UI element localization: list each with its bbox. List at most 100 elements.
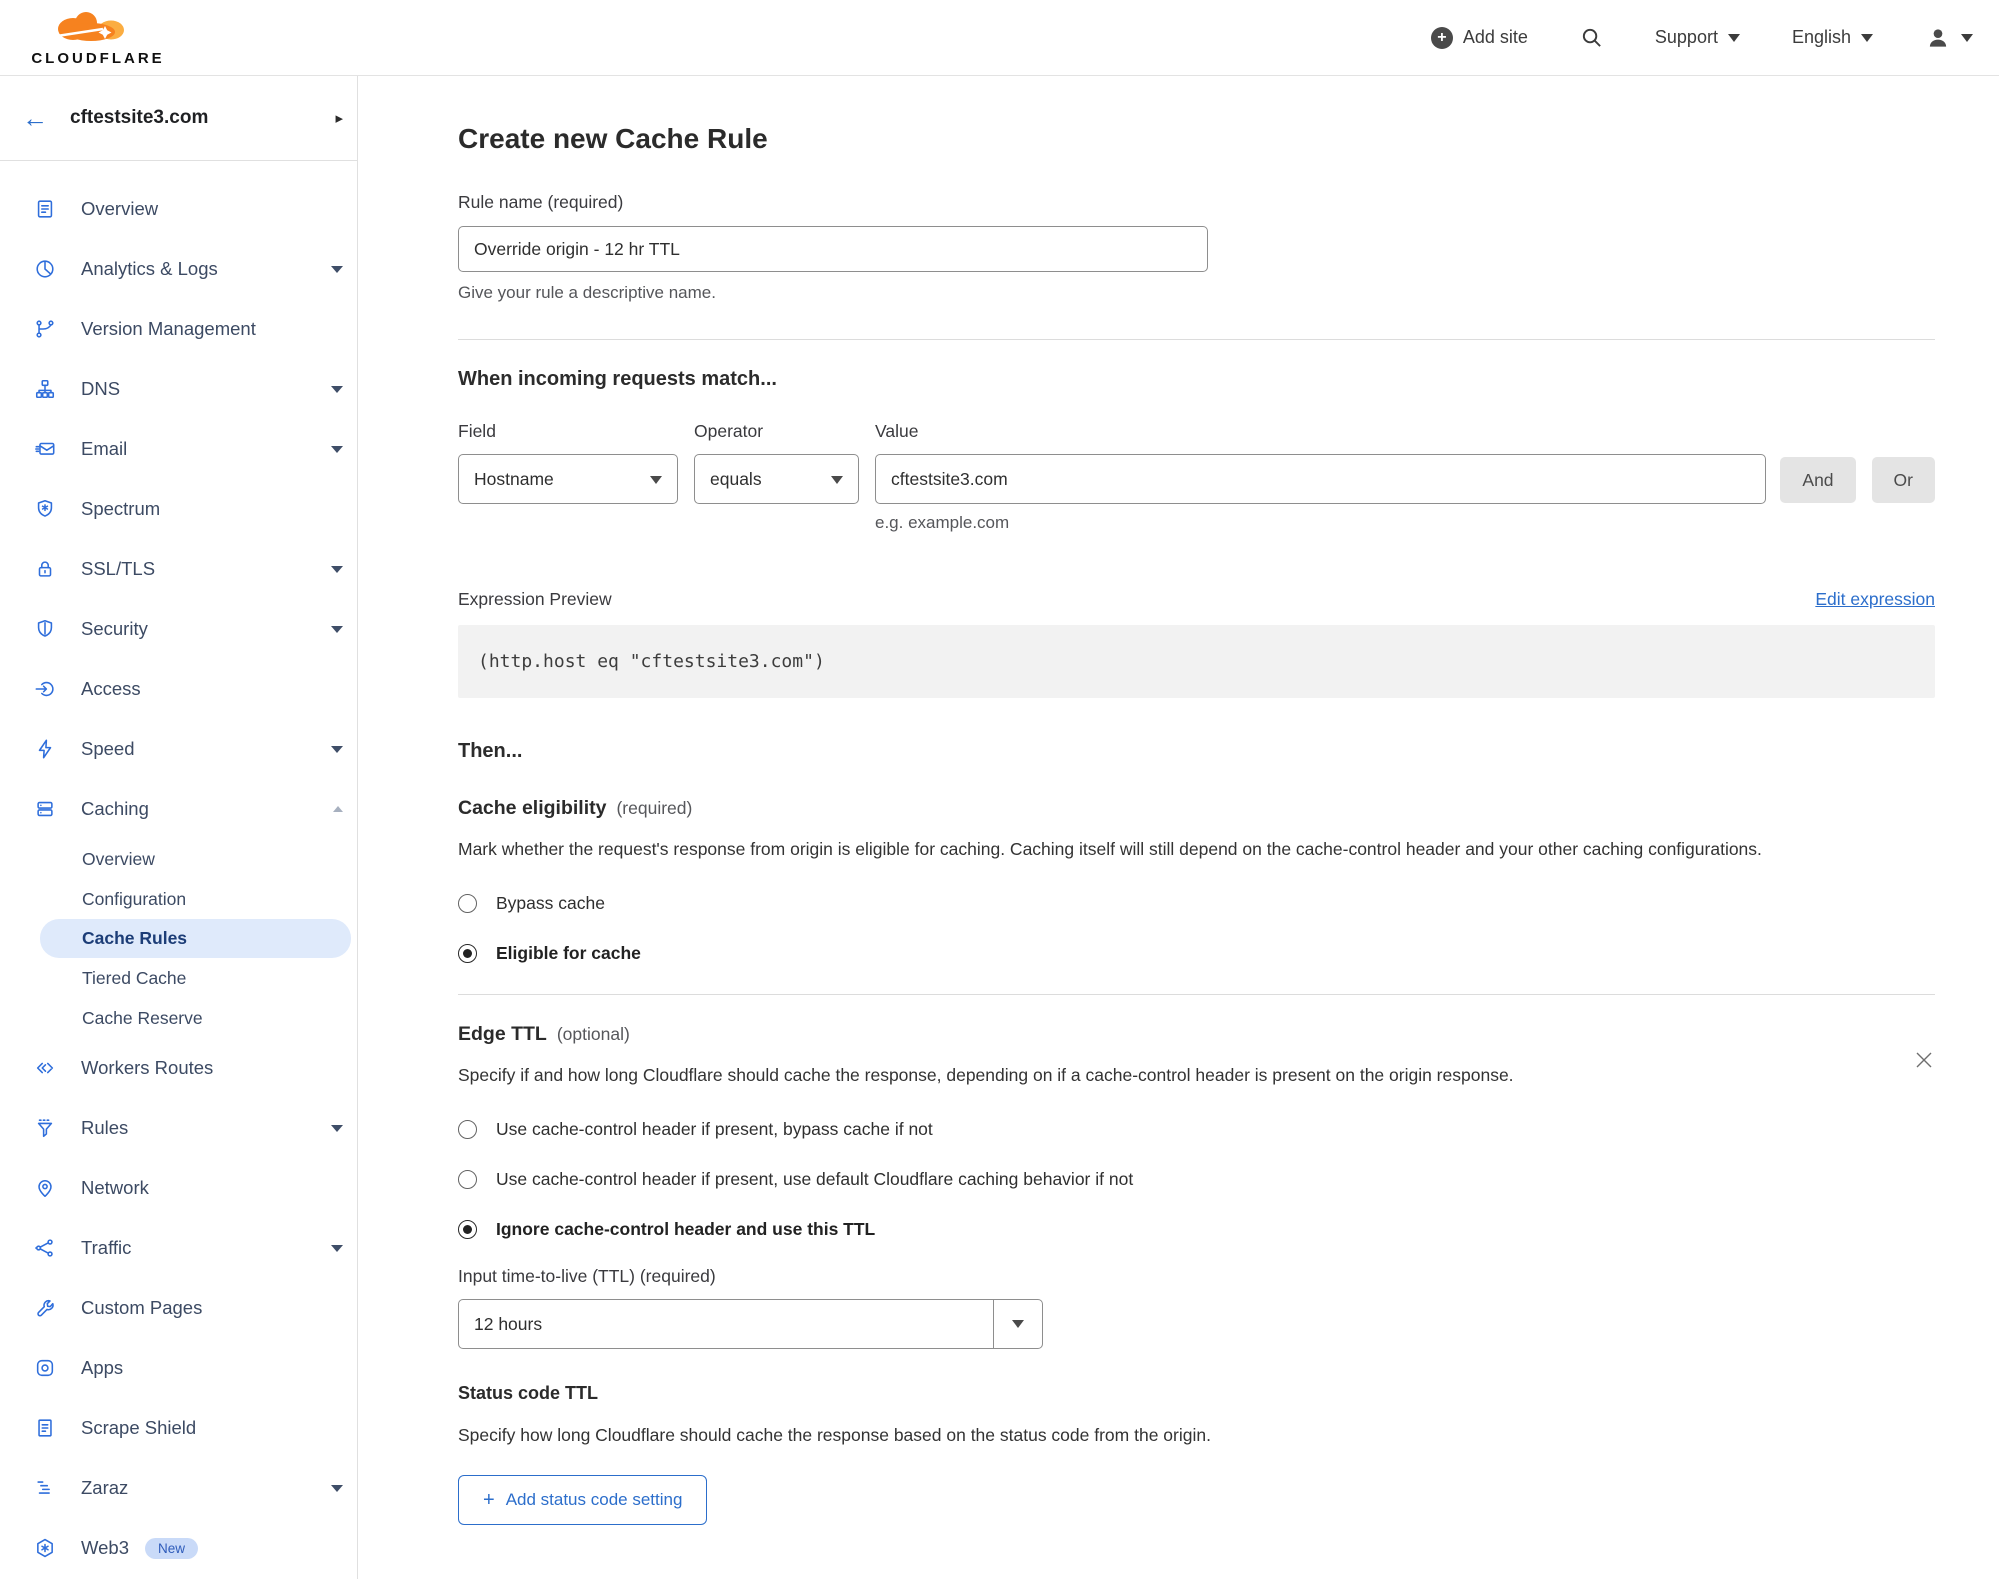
radio-use-header-default[interactable]: Use cache-control header if present, use… bbox=[458, 1169, 1935, 1190]
sidebar: ← cftestsite3.com ▸ Overview Analytics &… bbox=[0, 76, 358, 1579]
sidebar-item-zaraz[interactable]: Zaraz bbox=[0, 1458, 357, 1518]
status-code-ttl-description: Specify how long Cloudflare should cache… bbox=[458, 1425, 1211, 1446]
sidebar-subitem-caching-overview[interactable]: Overview bbox=[0, 839, 357, 879]
chevron-down-icon bbox=[831, 476, 843, 484]
edit-expression-link[interactable]: Edit expression bbox=[1815, 589, 1935, 610]
radio-icon bbox=[458, 1120, 477, 1140]
or-button[interactable]: Or bbox=[1871, 457, 1935, 503]
chevron-down-icon bbox=[331, 445, 343, 453]
main-content: Create new Cache Rule Rule name (require… bbox=[358, 76, 1999, 1579]
web3-icon bbox=[33, 1536, 57, 1560]
chevron-down-icon bbox=[331, 745, 343, 753]
back-arrow-icon[interactable]: ← bbox=[22, 105, 48, 131]
expression-preview-row: Expression Preview Edit expression bbox=[458, 589, 1935, 610]
chevron-down-icon bbox=[331, 1124, 343, 1132]
sidebar-subitem-configuration[interactable]: Configuration bbox=[0, 879, 357, 919]
sidebar-item-analytics-logs[interactable]: Analytics & Logs bbox=[0, 239, 357, 299]
value-input[interactable] bbox=[875, 454, 1767, 504]
rule-name-input[interactable] bbox=[458, 226, 1208, 272]
cloudflare-dashboard: CLOUDFLARE + Add site Support English ← … bbox=[0, 0, 1999, 1579]
and-button[interactable]: And bbox=[1780, 457, 1856, 503]
sidebar-subitem-tiered-cache[interactable]: Tiered Cache bbox=[0, 958, 357, 998]
scrape-shield-icon bbox=[33, 1416, 57, 1440]
sidebar-item-speed[interactable]: Speed bbox=[0, 719, 357, 779]
radio-use-header-bypass[interactable]: Use cache-control header if present, byp… bbox=[458, 1119, 1935, 1140]
cache-eligibility-heading: Cache eligibility (required) bbox=[458, 797, 693, 819]
radio-icon bbox=[458, 894, 477, 914]
expression-code-block: (http.host eq "cftestsite3.com") bbox=[458, 625, 1935, 698]
chevron-down-icon bbox=[331, 565, 343, 573]
section-divider bbox=[458, 339, 1935, 340]
operator-select[interactable]: equals bbox=[694, 454, 859, 504]
radio-checked-icon bbox=[458, 944, 477, 964]
cloudflare-wordmark: CLOUDFLARE bbox=[31, 49, 165, 67]
speed-lightning-icon bbox=[33, 737, 57, 761]
add-status-code-setting-button[interactable]: + Add status code setting bbox=[458, 1475, 708, 1526]
security-shield-icon bbox=[33, 617, 57, 641]
apps-icon bbox=[33, 1356, 57, 1380]
sidebar-item-ssl-tls[interactable]: SSL/TLS bbox=[0, 539, 357, 599]
sidebar-item-scrape-shield[interactable]: Scrape Shield bbox=[0, 1398, 357, 1458]
chevron-down-icon bbox=[331, 625, 343, 633]
radio-checked-icon bbox=[458, 1220, 477, 1240]
site-switcher-caret-icon[interactable]: ▸ bbox=[335, 109, 343, 127]
support-menu[interactable]: Support bbox=[1655, 27, 1740, 48]
sidebar-item-rules[interactable]: Rules bbox=[0, 1098, 357, 1158]
chevron-down-icon bbox=[331, 1244, 343, 1252]
field-select[interactable]: Hostname bbox=[458, 454, 678, 504]
workers-routes-icon bbox=[33, 1056, 57, 1080]
overview-icon bbox=[33, 197, 57, 221]
search-button[interactable] bbox=[1580, 26, 1603, 49]
status-code-ttl-heading: Status code TTL bbox=[458, 1383, 599, 1404]
sidebar-item-workers-routes[interactable]: Workers Routes bbox=[0, 1038, 357, 1098]
sidebar-item-spectrum[interactable]: Spectrum bbox=[0, 479, 357, 539]
chevron-down-icon bbox=[331, 265, 343, 273]
expression-preview-label: Expression Preview bbox=[458, 589, 612, 609]
sidebar-item-traffic[interactable]: Traffic bbox=[0, 1218, 357, 1278]
sidebar-subitem-cache-reserve[interactable]: Cache Reserve bbox=[0, 998, 357, 1038]
page-title: Create new Cache Rule bbox=[458, 123, 768, 154]
radio-eligible-for-cache[interactable]: Eligible for cache bbox=[458, 943, 1935, 964]
search-icon bbox=[1582, 28, 1601, 47]
cache-eligibility-description: Mark whether the request's response from… bbox=[458, 839, 1762, 859]
radio-ignore-header-use-ttl[interactable]: Ignore cache-control header and use this… bbox=[458, 1219, 1935, 1240]
sidebar-item-dns[interactable]: DNS bbox=[0, 359, 357, 419]
sidebar-item-security[interactable]: Security bbox=[0, 599, 357, 659]
sidebar-item-access[interactable]: Access bbox=[0, 659, 357, 719]
new-badge: New bbox=[145, 1537, 199, 1559]
account-menu[interactable] bbox=[1925, 25, 1973, 51]
sidebar-item-web3[interactable]: Web3 New bbox=[0, 1518, 357, 1578]
then-heading: Then... bbox=[458, 740, 523, 762]
ttl-select[interactable]: 12 hours bbox=[458, 1299, 1043, 1350]
sidebar-item-version-management[interactable]: Version Management bbox=[0, 299, 357, 359]
ssl-lock-icon bbox=[33, 557, 57, 581]
operator-label: Operator bbox=[694, 421, 764, 441]
sidebar-item-caching[interactable]: Caching bbox=[0, 779, 357, 839]
chevron-down-icon bbox=[331, 1484, 343, 1492]
rule-name-helper: Give your rule a descriptive name. bbox=[458, 283, 716, 302]
sidebar-item-email[interactable]: Email bbox=[0, 419, 357, 479]
add-site-button[interactable]: + Add site bbox=[1430, 26, 1528, 49]
language-menu[interactable]: English bbox=[1792, 27, 1873, 48]
sidebar-item-overview[interactable]: Overview bbox=[0, 179, 357, 239]
section-divider bbox=[458, 994, 1935, 996]
field-label: Field bbox=[458, 421, 496, 441]
cache-eligibility-options: Bypass cache Eligible for cache bbox=[458, 893, 1935, 964]
cloudflare-logo: CLOUDFLARE bbox=[0, 9, 178, 67]
sidebar-item-network[interactable]: Network bbox=[0, 1158, 357, 1218]
edge-ttl-description: Specify if and how long Cloudflare shoul… bbox=[458, 1065, 1514, 1086]
sidebar-subitem-cache-rules-active[interactable]: Cache Rules bbox=[40, 919, 351, 958]
radio-bypass-cache[interactable]: Bypass cache bbox=[458, 893, 1935, 914]
close-icon[interactable] bbox=[1913, 1049, 1935, 1071]
edge-ttl-heading: Edge TTL (optional) bbox=[458, 1023, 630, 1046]
email-icon bbox=[33, 437, 57, 461]
chevron-down-icon bbox=[1961, 33, 1973, 42]
sidebar-item-custom-pages[interactable]: Custom Pages bbox=[0, 1278, 357, 1338]
edge-ttl-options: Use cache-control header if present, byp… bbox=[458, 1119, 1935, 1240]
chevron-down-icon bbox=[650, 476, 662, 484]
site-switcher: ← cftestsite3.com ▸ bbox=[0, 76, 357, 161]
sidebar-item-apps[interactable]: Apps bbox=[0, 1338, 357, 1398]
match-heading: When incoming requests match... bbox=[458, 368, 777, 390]
ttl-dropdown-button[interactable] bbox=[993, 1300, 1042, 1349]
cloudflare-cloud-icon bbox=[56, 11, 124, 41]
